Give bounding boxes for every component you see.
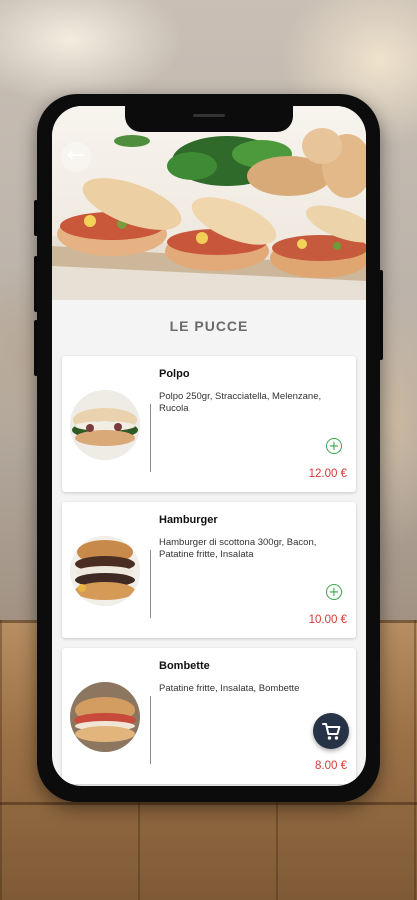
- product-image: [70, 682, 140, 752]
- cart-button[interactable]: [313, 713, 349, 749]
- phone-speaker: [193, 114, 225, 117]
- hero-food-photo: [52, 128, 366, 300]
- plus-circle-icon: +: [328, 439, 340, 454]
- arrow-left-icon: ←: [66, 143, 86, 168]
- product-description: Patatine fritte, Insalata, Bombette: [159, 683, 300, 694]
- product-price: 12.00 €: [308, 468, 347, 480]
- app-screen: ← LE PUCCE Polpo Polpo 250gr, Stracciate…: [52, 106, 366, 786]
- plus-circle-icon: +: [328, 585, 340, 600]
- divider: [150, 404, 151, 472]
- product-card[interactable]: Bombette Patatine fritte, Insalata, Bomb…: [62, 648, 356, 784]
- product-description: Hamburger di scottona 300gr, Bacon, Pata…: [159, 537, 317, 560]
- product-name: Hamburger: [159, 514, 218, 526]
- product-image: [70, 390, 140, 460]
- add-to-cart-button[interactable]: +: [326, 438, 342, 454]
- product-card[interactable]: Hamburger Hamburger di scottona 300gr, B…: [62, 502, 356, 638]
- product-name: Polpo: [159, 368, 190, 380]
- product-card[interactable]: Polpo Polpo 250gr, Stracciatella, Melenz…: [62, 356, 356, 492]
- product-image: [70, 536, 140, 606]
- product-name: Bombette: [159, 660, 210, 672]
- product-description: Polpo 250gr, Stracciatella, Melenzane, R…: [159, 391, 322, 414]
- phone-notch: [125, 106, 293, 132]
- section-title: LE PUCCE: [169, 318, 249, 334]
- back-button[interactable]: ←: [61, 142, 91, 172]
- add-to-cart-button[interactable]: +: [326, 584, 342, 600]
- divider: [150, 696, 151, 764]
- shopping-cart-icon: [322, 723, 341, 740]
- hero-image: ←: [52, 106, 366, 300]
- product-price: 10.00 €: [308, 614, 347, 626]
- product-price: 8.00 €: [315, 760, 347, 772]
- divider: [150, 550, 151, 618]
